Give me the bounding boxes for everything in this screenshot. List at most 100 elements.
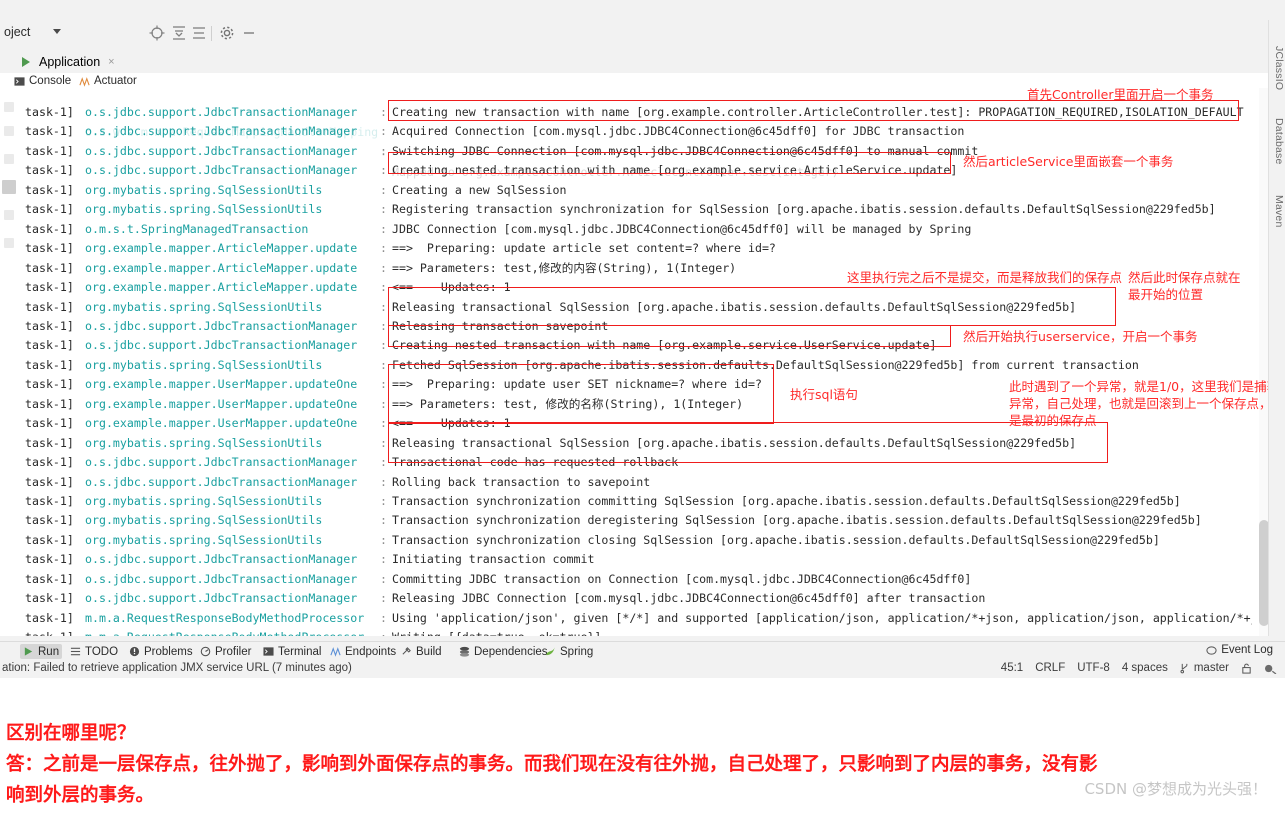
log-message: Creating nested transaction with name [o…: [392, 338, 937, 353]
log-colon: :: [380, 105, 387, 119]
tool-button-run[interactable]: Run: [20, 644, 63, 659]
gutter-icon[interactable]: [4, 154, 14, 164]
indent-setting[interactable]: 4 spaces: [1122, 662, 1168, 674]
log-message: Creating new transaction with name [org.…: [392, 105, 1244, 119]
status-message[interactable]: ation: Failed to retrieve application JM…: [2, 662, 352, 674]
gutter-icon[interactable]: [4, 238, 14, 248]
log-message: JDBC Connection [com.mysql.jdbc.JDBC4Con…: [392, 221, 972, 236]
tool-button-todo[interactable]: TODO: [70, 644, 118, 659]
tool-button-terminal[interactable]: Terminal: [263, 644, 321, 659]
log-message: Releasing JDBC Connection [com.mysql.jdb…: [392, 591, 986, 606]
log-thread: task-1]: [25, 338, 74, 353]
log-logger: org.mybatis.spring.SqlSessionUtils: [85, 513, 323, 528]
log-thread: task-1]: [25, 280, 74, 295]
close-icon[interactable]: ×: [108, 56, 114, 68]
subtab-console[interactable]: Console: [14, 75, 71, 87]
tool-button-spring[interactable]: Spring: [545, 644, 593, 659]
log-logger: org.example.mapper.UserMapper.updateOne: [85, 416, 358, 431]
log-logger: org.mybatis.spring.SqlSessionUtils: [85, 182, 323, 197]
project-tool-label[interactable]: oject: [4, 25, 30, 39]
log-thread: task-1]: [25, 357, 74, 372]
log-thread: task-1]: [25, 455, 74, 470]
log-message: Creating a new SqlSession: [392, 182, 567, 197]
log-logger: o.s.jdbc.support.JdbcTransactionManager: [85, 124, 358, 139]
log-message: Transaction synchronization deregisterin…: [392, 513, 1202, 528]
log-message: Transactional code has requested rollbac…: [392, 455, 679, 470]
watermark: CSDN @梦想成为光头强！: [1084, 780, 1267, 798]
vcs-branch[interactable]: master: [1180, 662, 1229, 674]
log-logger: o.s.jdbc.support.JdbcTransactionManager: [85, 552, 358, 567]
log-thread: task-1]: [25, 241, 74, 256]
log-logger: org.example.mapper.ArticleMapper.update: [85, 241, 358, 256]
console-output[interactable]: task-1] o.s.w.s.m.m.a.RequestMappingHand…: [0, 88, 1285, 636]
tool-button-label: Profiler: [215, 645, 252, 658]
gutter-icon-selected[interactable]: [2, 180, 16, 194]
right-tab-label: Database: [1273, 118, 1285, 165]
tool-button-problems[interactable]: Problems: [129, 644, 193, 659]
tool-button-endpoints[interactable]: Endpoints: [330, 644, 396, 659]
right-tab-database[interactable]: Database: [1269, 118, 1285, 165]
log-thread: task-1]: [25, 474, 74, 489]
log-logger: o.s.jdbc.support.JdbcTransactionManager: [85, 105, 358, 119]
project-toolbar: oject C ArticleService.java × C Artic: [0, 20, 1285, 68]
locate-icon[interactable]: [148, 24, 166, 42]
run-icon: [22, 56, 34, 68]
log-thread: task-1]: [25, 513, 74, 528]
settings-gear-icon[interactable]: [218, 24, 236, 42]
inspection-icon[interactable]: [1264, 663, 1277, 674]
log-line-partial-top: task-1] o.s.w.s.m.m.a.RequestMappingHand…: [17, 88, 839, 179]
gutter-icon[interactable]: [4, 210, 14, 220]
line-separator[interactable]: CRLF: [1035, 662, 1065, 674]
event-log-label: Event Log: [1221, 644, 1273, 656]
log-message: Acquired Connection [com.mysql.jdbc.JDBC…: [392, 124, 965, 139]
log-colon: :: [380, 143, 387, 158]
run-panel-header: Application ×: [0, 47, 1285, 120]
log-thread: task-1]: [25, 377, 74, 392]
log-message: Creating nested transaction with name [o…: [392, 163, 958, 178]
chevron-down-icon[interactable]: [53, 29, 61, 34]
log-logger: org.example.mapper.ArticleMapper.update: [85, 260, 358, 275]
log-colon: :: [380, 627, 387, 636]
log-thread: task-1]: [25, 221, 74, 236]
right-tab-jclassio[interactable]: JClassIO: [1269, 46, 1285, 90]
log-logger: org.mybatis.spring.SqlSessionUtils: [85, 532, 323, 547]
tool-button-profiler[interactable]: Profiler: [200, 644, 251, 659]
log-logger: o.s.jdbc.support.JdbcTransactionManager: [85, 318, 358, 333]
hide-panel-icon[interactable]: [240, 24, 258, 42]
expand-all-icon[interactable]: [190, 24, 208, 42]
log-message: ==> Parameters: test,修改的内容(String), 1(In…: [392, 260, 737, 275]
build-icon: [401, 646, 412, 657]
log-thread: task-1]: [25, 435, 74, 450]
tool-button-build[interactable]: Build: [401, 644, 442, 659]
branch-icon: [1180, 663, 1190, 674]
log-colon: :: [380, 455, 387, 470]
log-colon: :: [380, 163, 387, 178]
log-message: Registering transaction synchronization …: [392, 202, 1216, 217]
gutter-icon[interactable]: [4, 126, 14, 136]
right-tab-label: JClassIO: [1273, 46, 1285, 91]
log-logger: o.s.jdbc.support.JdbcTransactionManager: [85, 591, 358, 606]
subtab-actuator[interactable]: Actuator: [79, 75, 137, 87]
file-encoding[interactable]: UTF-8: [1077, 662, 1110, 674]
lock-icon[interactable]: [1241, 663, 1252, 674]
gutter-icon[interactable]: [4, 102, 14, 112]
event-log-button[interactable]: Event Log: [1206, 644, 1273, 656]
tool-button-dependencies[interactable]: Dependencies: [459, 644, 548, 659]
caret-position[interactable]: 45:1: [1001, 662, 1023, 674]
log-colon: :: [380, 610, 387, 625]
log-message: ==> Preparing: update user SET nickname=…: [392, 377, 762, 392]
note-line-2: 答：之前是一层保存点，往外抛了，影响到外面保存点的事务。而我们现在没有往外抛，自…: [6, 754, 1098, 775]
event-log-icon: [1206, 645, 1217, 656]
log-thread: task-1]: [25, 416, 74, 431]
collapse-all-icon[interactable]: [170, 24, 188, 42]
dependencies-icon: [459, 646, 470, 657]
log-colon: :: [380, 591, 387, 606]
log-message: Releasing transactional SqlSession [org.…: [392, 435, 1077, 450]
annotation-execute-sql: 执行sql语句: [790, 387, 858, 402]
log-thread: task-1]: [25, 494, 74, 508]
right-tab-maven[interactable]: Maven: [1269, 195, 1285, 228]
log-logger: o.m.s.t.SpringManagedTransaction: [85, 221, 309, 236]
log-message: Releasing transactional SqlSession [org.…: [392, 299, 1077, 314]
console-icon: [14, 76, 25, 87]
log-logger: m.m.a.RequestResponseBodyMethodProcessor: [85, 610, 365, 625]
